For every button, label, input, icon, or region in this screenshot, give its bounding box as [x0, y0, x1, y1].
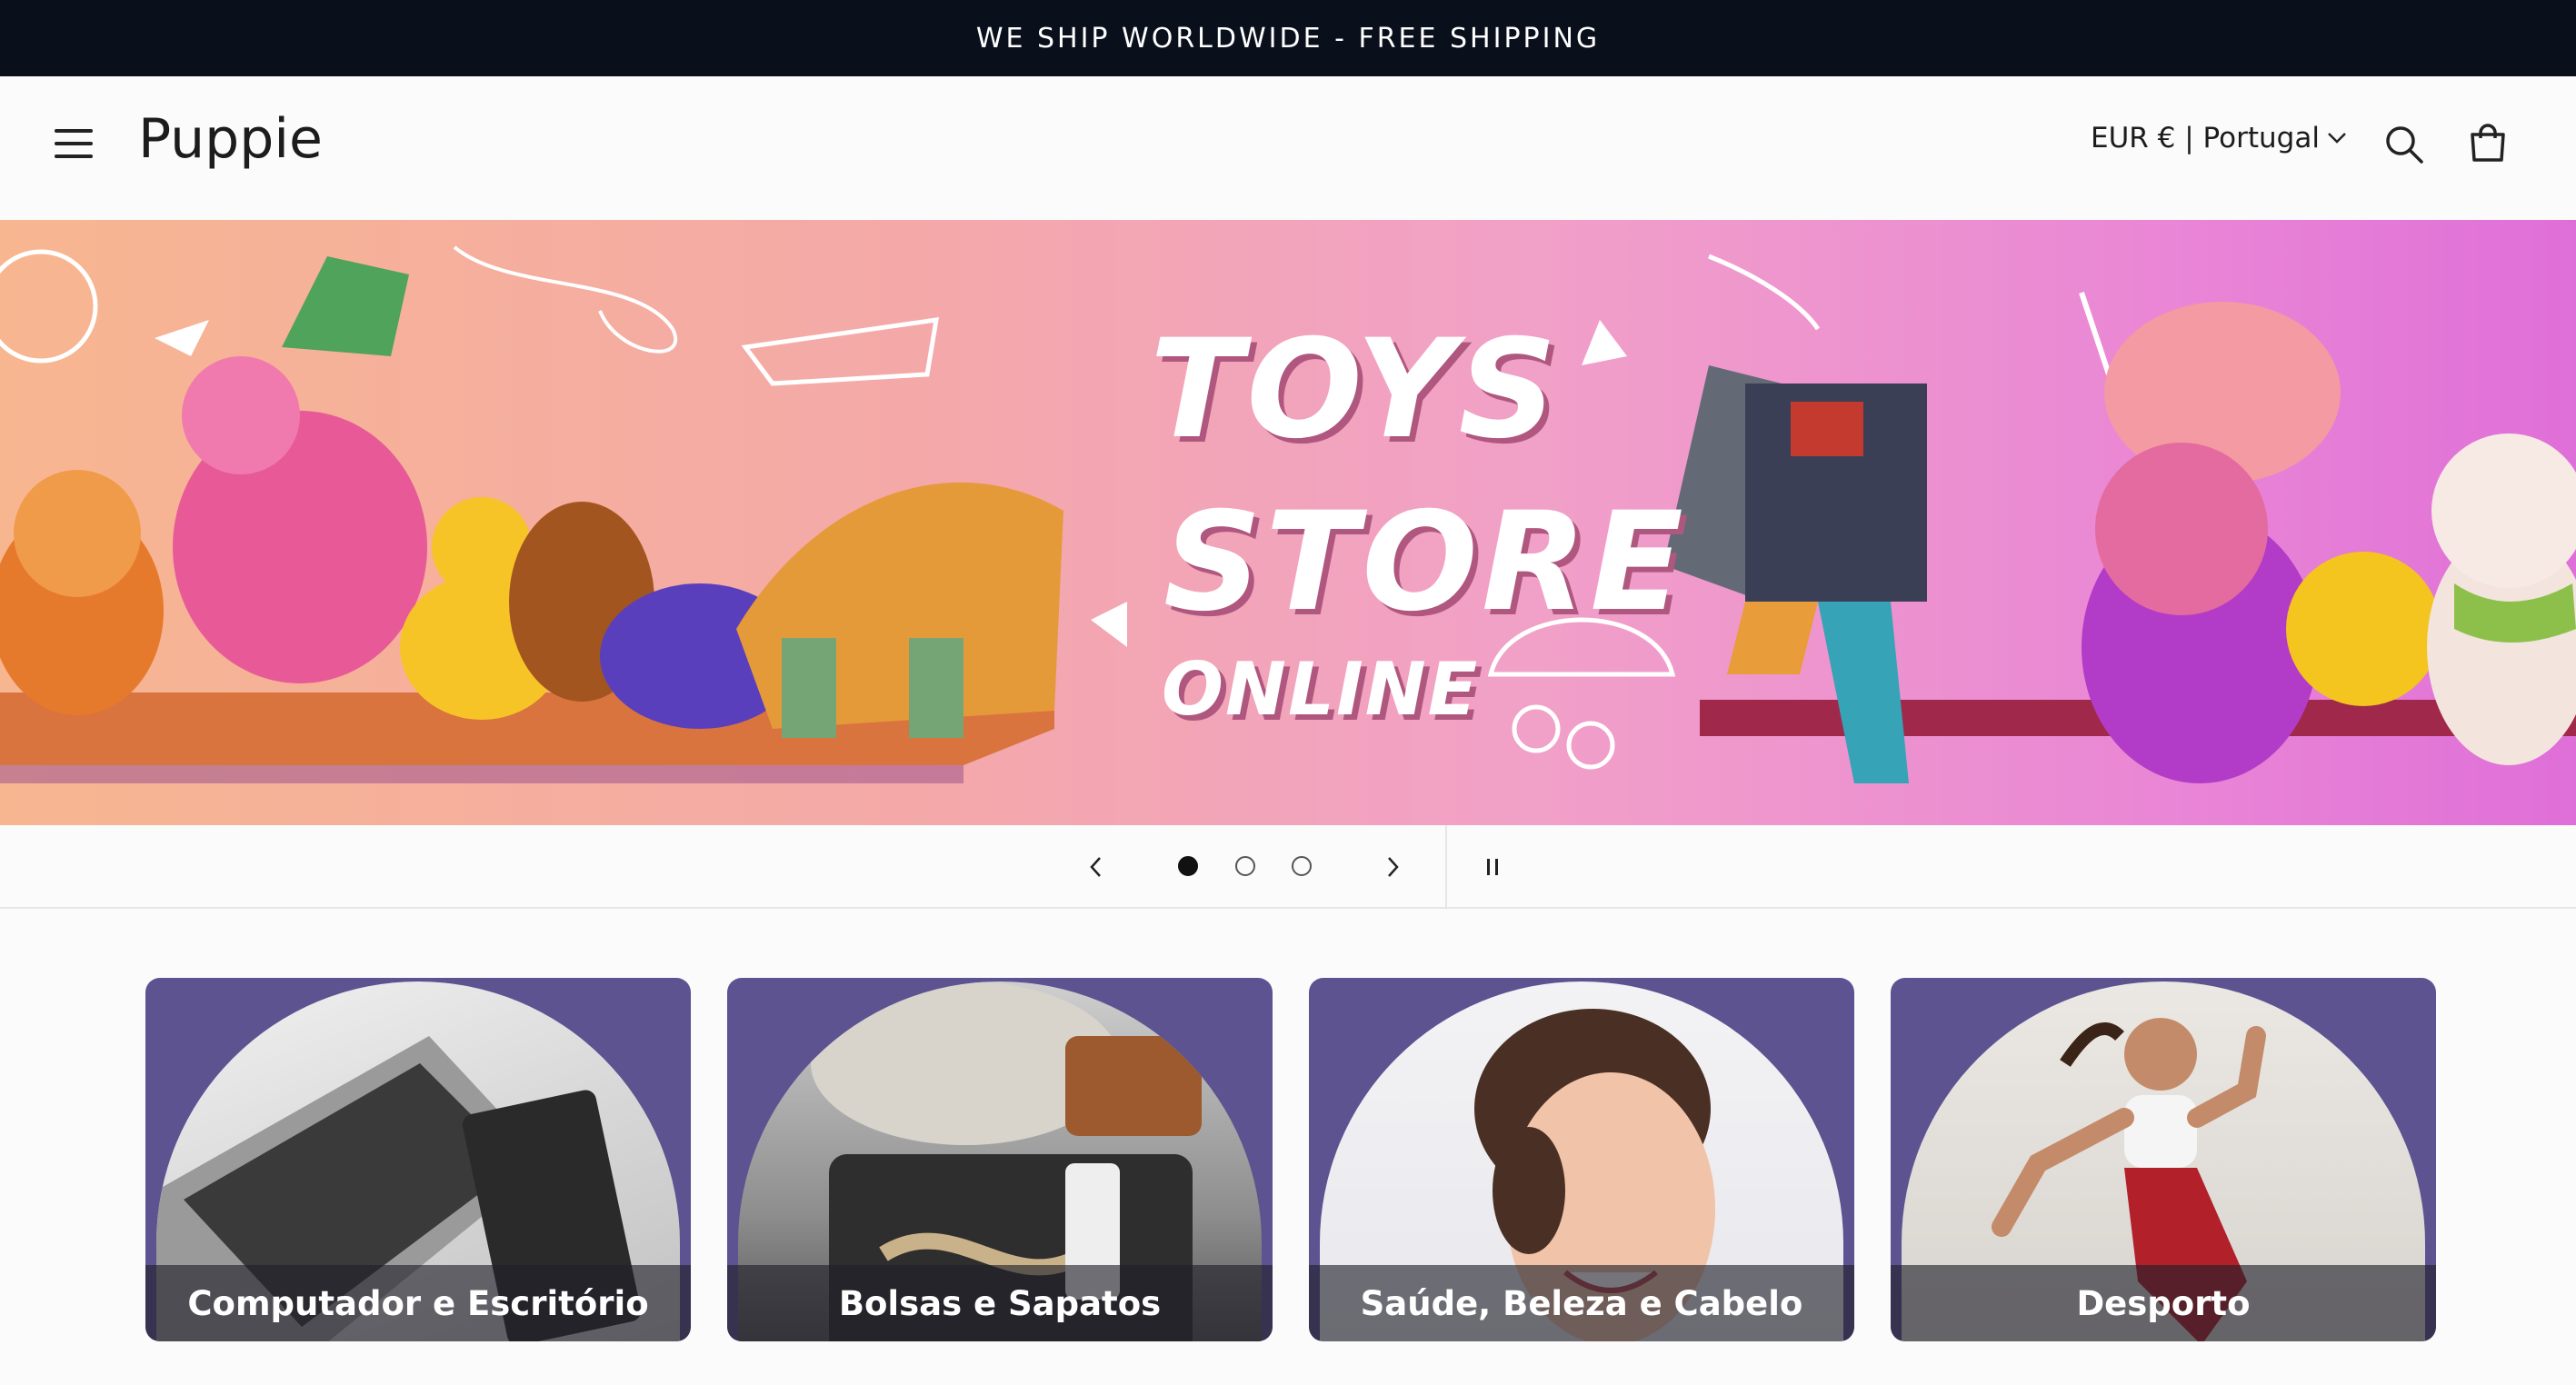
category-label: Saúde, Beleza e Cabelo — [1309, 1265, 1854, 1341]
search-icon — [2386, 126, 2423, 164]
pause-slideshow-button[interactable] — [1467, 842, 1518, 892]
controls-divider — [1445, 825, 1447, 907]
hero-banner[interactable]: TOYS STORE ONLINE — [0, 220, 2576, 825]
menu-icon-line — [55, 142, 93, 145]
cart-button[interactable] — [2456, 113, 2520, 176]
currency-label: EUR € | Portugal — [2091, 122, 2320, 154]
announcement-text: WE SHIP WORLDWIDE - FREE SHIPPING — [975, 22, 1601, 55]
hero-title-line2: STORE — [1163, 483, 1687, 642]
category-card-bags-shoes[interactable]: Bolsas e Sapatos — [727, 978, 1273, 1341]
category-card-computer-office[interactable]: Computador e Escritório — [145, 978, 691, 1341]
slide-dot-3[interactable] — [1292, 856, 1312, 876]
chevron-right-icon — [1388, 857, 1399, 877]
currency-selector[interactable]: EUR € | Portugal — [2091, 122, 2347, 154]
previous-slide-button[interactable] — [1071, 842, 1122, 892]
slide-dot-2[interactable] — [1235, 856, 1255, 876]
chevron-down-icon — [2328, 133, 2346, 144]
site-logo[interactable]: Puppie — [138, 107, 323, 171]
menu-button[interactable] — [55, 120, 100, 174]
hero-title-line1: TOYS — [1150, 311, 1561, 469]
hero-title-line3: ONLINE — [1162, 647, 1480, 732]
site-header: Puppie EUR € | Portugal — [0, 76, 2576, 222]
menu-icon-line — [55, 154, 93, 158]
cart-icon — [2471, 124, 2505, 162]
category-card-sports[interactable]: Desporto — [1891, 978, 2436, 1341]
search-button[interactable] — [2372, 113, 2436, 176]
announcement-bar: WE SHIP WORLDWIDE - FREE SHIPPING — [0, 0, 2576, 76]
chevron-left-icon — [1090, 857, 1101, 877]
category-label: Computador e Escritório — [145, 1265, 691, 1341]
category-card-health-beauty-hair[interactable]: Saúde, Beleza e Cabelo — [1309, 978, 1854, 1341]
slider-controls — [0, 825, 2576, 909]
category-label: Desporto — [1891, 1265, 2436, 1341]
category-label: Bolsas e Sapatos — [727, 1265, 1273, 1341]
slide-dot-1[interactable] — [1178, 856, 1198, 876]
category-grid: Computador e Escritório Bolsas e Sapatos… — [145, 978, 2436, 1341]
menu-icon-line — [55, 129, 93, 133]
pause-icon — [1487, 859, 1498, 875]
next-slide-button[interactable] — [1367, 842, 1418, 892]
